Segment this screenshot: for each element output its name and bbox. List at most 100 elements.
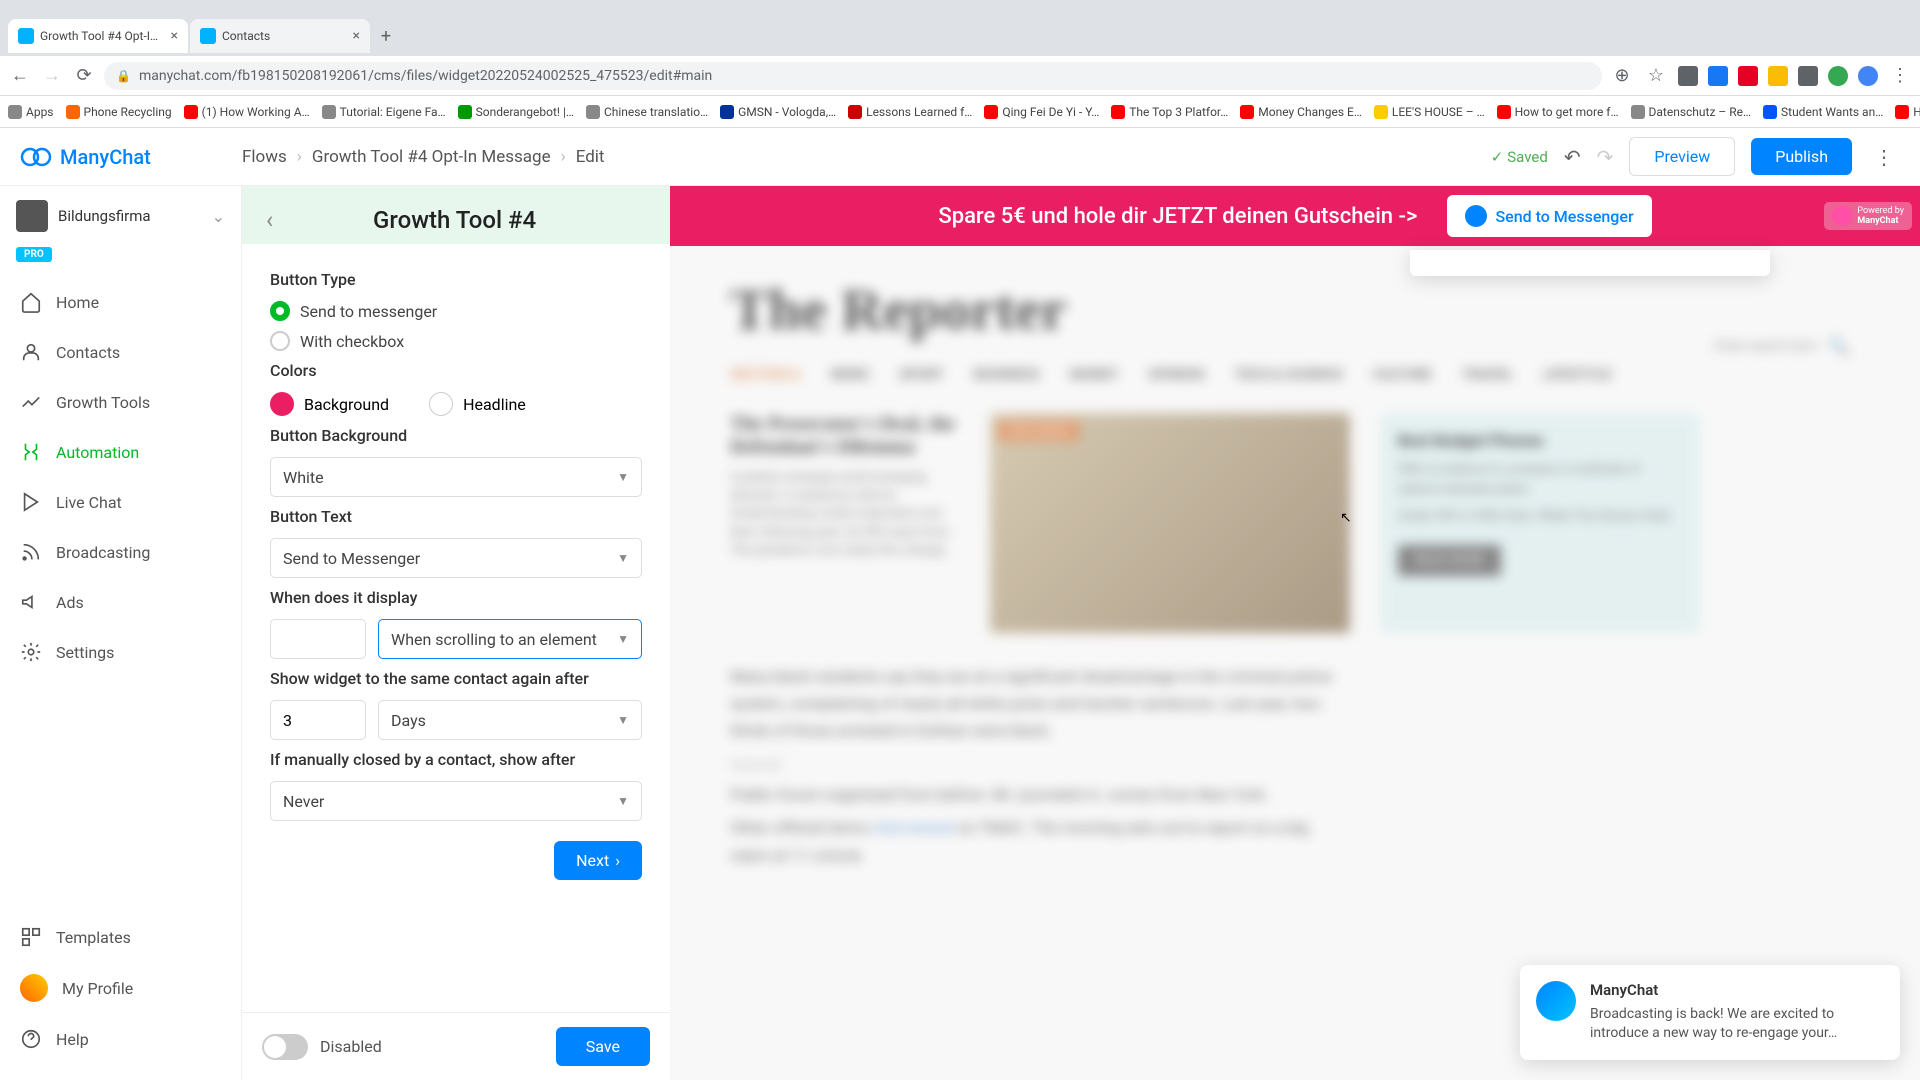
display-trigger-select[interactable]: When scrolling to an element ▼	[378, 619, 642, 659]
breadcrumb-item[interactable]: Flows	[242, 147, 287, 167]
color-swatch-icon	[270, 392, 294, 416]
favicon-icon	[200, 28, 216, 44]
send-to-messenger-button[interactable]: Send to Messenger	[1447, 195, 1651, 237]
show-again-unit-select[interactable]: Days ▼	[378, 700, 642, 740]
avatar	[20, 974, 48, 1002]
radio-with-checkbox[interactable]: With checkbox	[270, 331, 642, 351]
bookmarks-bar: Apps Phone Recycling (1) How Working A… …	[0, 96, 1920, 128]
bookmark-item[interactable]: GMSN - Vologda,…	[720, 105, 836, 119]
sidebar-item-automation[interactable]: Automation	[0, 427, 241, 477]
enabled-toggle[interactable]: Disabled	[262, 1034, 382, 1060]
bookmark-item[interactable]: Qing Fei De Yi - Y…	[984, 105, 1099, 119]
gear-icon	[20, 641, 42, 663]
bookmark-item[interactable]: Chinese translatio…	[586, 105, 708, 119]
automation-icon	[20, 441, 42, 463]
bookmark-item[interactable]: How To Add An…	[1895, 105, 1920, 119]
logo-text: ManyChat	[60, 145, 151, 169]
chevron-right-icon: ›	[297, 147, 302, 167]
publish-button[interactable]: Publish	[1751, 138, 1852, 175]
bookmark-item[interactable]: Phone Recycling	[66, 105, 172, 119]
button-text-select[interactable]: Send to Messenger ▼	[270, 538, 642, 578]
extension-icon[interactable]	[1708, 66, 1728, 86]
extension-icon[interactable]	[1798, 66, 1818, 86]
back-button[interactable]: ‹	[266, 206, 273, 234]
more-icon[interactable]: ⋮	[1868, 145, 1900, 169]
forward-icon[interactable]: →	[40, 64, 64, 88]
sidebar-item-profile[interactable]: My Profile	[0, 962, 241, 1014]
color-headline[interactable]: Headline	[429, 392, 526, 416]
bookmark-item[interactable]: The Top 3 Platfor…	[1111, 105, 1228, 119]
notification-toast[interactable]: ManyChat Broadcasting is back! We are ex…	[1520, 965, 1900, 1060]
close-icon[interactable]: ×	[353, 28, 360, 44]
app-header: ManyChat Flows › Growth Tool #4 Opt-In M…	[0, 128, 1920, 186]
ads-icon	[20, 591, 42, 613]
manual-close-select[interactable]: Never ▼	[270, 781, 642, 821]
logo[interactable]: ManyChat	[20, 141, 242, 173]
breadcrumb-item[interactable]: Growth Tool #4 Opt-In Message	[312, 147, 551, 167]
sidebar-item-home[interactable]: Home	[0, 277, 241, 327]
sidebar-item-settings[interactable]: Settings	[0, 627, 241, 677]
bookmark-icon	[66, 105, 80, 119]
save-button[interactable]: Save	[556, 1027, 650, 1066]
powered-by-badge[interactable]: Powered byManyChat	[1824, 202, 1912, 230]
bookmark-icon	[848, 105, 862, 119]
chevron-right-icon: ›	[561, 147, 566, 167]
saved-status: ✓ Saved	[1491, 148, 1548, 166]
browser-tab[interactable]: Contacts ×	[190, 19, 370, 53]
reload-icon[interactable]: ⟳	[72, 64, 96, 88]
sidebar-item-help[interactable]: Help	[0, 1014, 241, 1064]
back-icon[interactable]: ←	[8, 64, 32, 88]
display-value-input[interactable]	[270, 619, 366, 659]
config-panel: ‹ Growth Tool #4 Button Type Send to mes…	[242, 186, 670, 1080]
button-background-select[interactable]: White ▼	[270, 457, 642, 497]
chevron-down-icon: ▼	[617, 632, 629, 646]
sidebar-item-contacts[interactable]: Contacts	[0, 327, 241, 377]
undo-icon[interactable]: ↶	[1564, 145, 1581, 169]
breadcrumb-item: Edit	[576, 147, 605, 167]
bookmark-item[interactable]: LEE'S HOUSE – …	[1374, 105, 1485, 119]
bookmark-item[interactable]: Sonderangebot! |…	[458, 105, 574, 119]
menu-icon[interactable]: ⋮	[1888, 64, 1912, 88]
extension-icon[interactable]	[1738, 66, 1758, 86]
extension-icon[interactable]	[1828, 66, 1848, 86]
sidebar-item-broadcasting[interactable]: Broadcasting	[0, 527, 241, 577]
sidebar-item-live-chat[interactable]: Live Chat	[0, 477, 241, 527]
section-label: When does it display	[270, 588, 642, 607]
color-background[interactable]: Background	[270, 392, 389, 416]
pro-badge: PRO	[16, 242, 241, 261]
bookmark-item[interactable]: (1) How Working A…	[184, 105, 310, 119]
bookmark-item[interactable]: Tutorial: Eigene Fa…	[322, 105, 446, 119]
bookmark-icon	[458, 105, 472, 119]
radio-send-to-messenger[interactable]: Send to messenger	[270, 301, 642, 321]
new-tab-button[interactable]: +	[372, 22, 400, 50]
star-icon[interactable]: ☆	[1644, 64, 1668, 88]
bookmark-icon	[1374, 105, 1388, 119]
browser-tab-active[interactable]: Growth Tool #4 Opt-In Messag ×	[8, 19, 188, 53]
bookmark-item[interactable]: Datenschutz – Re…	[1631, 105, 1752, 119]
bookmark-item[interactable]: Lessons Learned f…	[848, 105, 972, 119]
bookmark-icon	[1497, 105, 1511, 119]
next-button[interactable]: Next ›	[554, 841, 642, 880]
tab-title: Growth Tool #4 Opt-In Messag	[40, 29, 165, 43]
bookmark-icon	[1895, 105, 1909, 119]
zoom-icon[interactable]: ⊕	[1610, 64, 1634, 88]
chevron-right-icon: ›	[615, 851, 620, 870]
extension-icon[interactable]	[1768, 66, 1788, 86]
workspace-selector[interactable]: Bildungsfirma ⌄	[0, 186, 241, 246]
radio-icon	[270, 331, 290, 351]
close-icon[interactable]: ×	[171, 28, 178, 44]
bookmark-item[interactable]: How to get more f…	[1497, 105, 1619, 119]
preview-button[interactable]: Preview	[1629, 137, 1735, 176]
home-icon	[20, 291, 42, 313]
bookmark-apps[interactable]: Apps	[8, 105, 54, 119]
bookmark-item[interactable]: Money Changes E…	[1240, 105, 1362, 119]
bookmark-item[interactable]: Student Wants an…	[1763, 105, 1883, 119]
sidebar-item-ads[interactable]: Ads	[0, 577, 241, 627]
show-again-number-input[interactable]: 3	[270, 700, 366, 740]
url-bar[interactable]: 🔒 manychat.com/fb198150208192061/cms/fil…	[104, 62, 1602, 90]
sidebar-item-templates[interactable]: Templates	[0, 912, 241, 962]
extension-icon[interactable]	[1678, 66, 1698, 86]
panel-title: Growth Tool #4	[293, 206, 616, 234]
profile-icon[interactable]	[1858, 66, 1878, 86]
sidebar-item-growth-tools[interactable]: Growth Tools	[0, 377, 241, 427]
